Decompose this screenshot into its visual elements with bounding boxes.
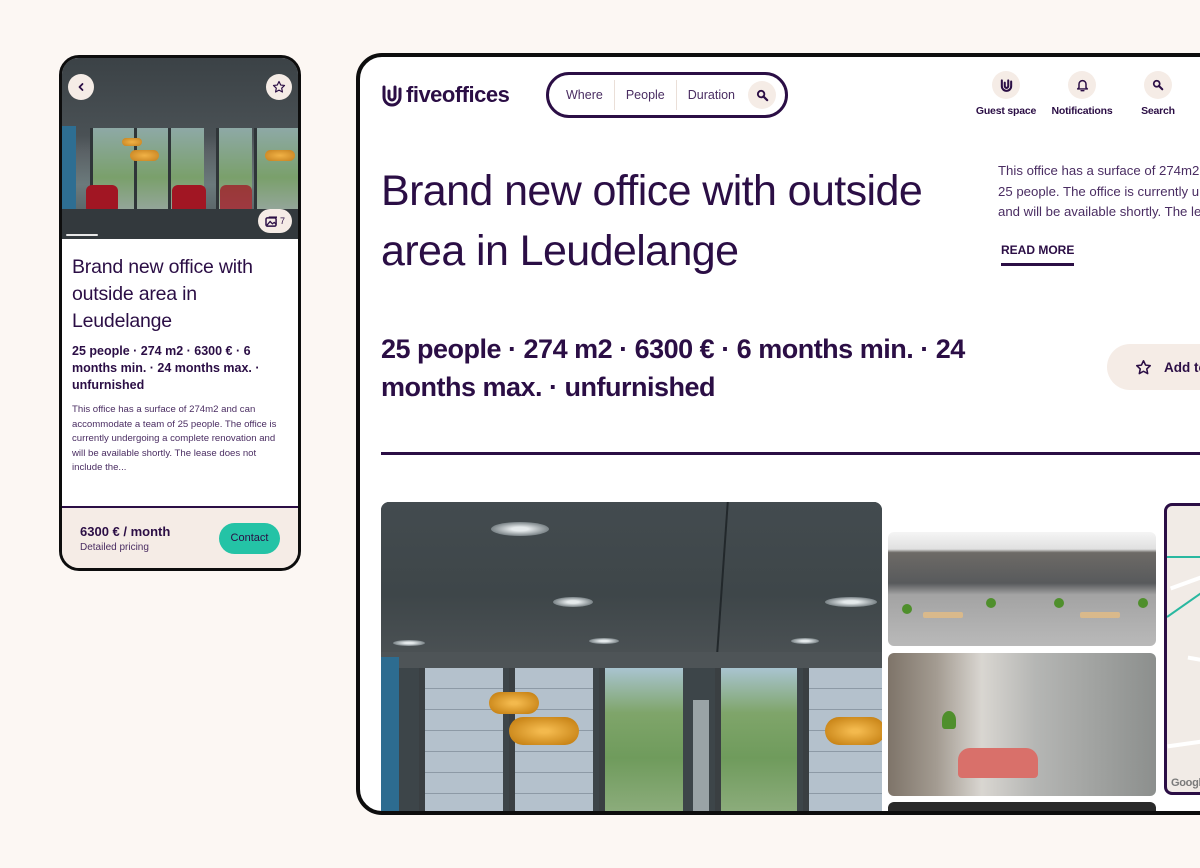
map-road: [1187, 655, 1200, 681]
nav-label: Guest space: [975, 105, 1037, 117]
plan-plant: [1138, 598, 1148, 608]
photo-lamp: [509, 717, 579, 745]
photo-chair: [86, 185, 118, 211]
gallery-thumb-3d-plan[interactable]: [888, 532, 1156, 646]
photo-window: [599, 668, 683, 811]
plan-plant: [986, 598, 996, 608]
search-icon: [1152, 79, 1164, 91]
star-icon: [1135, 359, 1152, 374]
nav-icon-wrap: [1068, 71, 1096, 99]
nav-partial[interactable]: S: [1196, 71, 1200, 117]
add-to-favorites-button[interactable]: Add to: [1107, 344, 1200, 390]
photo-lamp: [489, 692, 539, 714]
photo-lamp: [825, 717, 882, 745]
nav-search[interactable]: Search: [1120, 71, 1196, 117]
photo-spotlight: [589, 638, 619, 644]
chevron-left-icon: [78, 83, 84, 91]
nav-label: Search: [1141, 105, 1175, 117]
add-favorite-label: Add to: [1164, 359, 1200, 375]
plan-table: [1080, 612, 1120, 618]
photo-chair: [172, 185, 206, 212]
photo-count-badge[interactable]: 7: [257, 209, 292, 233]
gallery-main-photo[interactable]: [381, 502, 882, 811]
listing-description: This office has a surface of 274m2 25 pe…: [998, 161, 1200, 223]
photo-lamp: [122, 138, 142, 146]
logo[interactable]: fiveoffices: [381, 82, 510, 108]
render-plant: [942, 711, 956, 729]
photo-window: [419, 668, 503, 811]
search-icon: [756, 89, 768, 101]
pricing-footer: 6300 € / month Detailed pricing Contact: [62, 506, 298, 568]
star-icon: [272, 80, 286, 93]
photo-spotlight: [553, 597, 593, 607]
desktop-mockup: fiveoffices Where People Duration Guest …: [356, 53, 1200, 815]
carousel-indicator: [66, 234, 98, 236]
description-line: This office has a surface of 274m2: [998, 163, 1200, 178]
photo-lamp: [265, 150, 295, 161]
nav-label: Notifications: [1051, 105, 1113, 117]
photo-lamp: [130, 150, 159, 161]
map-route: [1167, 556, 1200, 558]
photo-wall: [62, 126, 76, 218]
price-block: 6300 € / month Detailed pricing: [80, 524, 170, 553]
nav-icon-wrap: [992, 71, 1020, 99]
map-road: [1169, 545, 1200, 591]
bell-icon: [1076, 79, 1088, 92]
description-line: and will be available shortly. The le: [998, 204, 1200, 219]
map-attribution: Google: [1171, 777, 1200, 789]
photo-beam: [381, 652, 882, 668]
photo-spotlight: [825, 597, 877, 607]
detailed-pricing-link[interactable]: Detailed pricing: [80, 542, 170, 553]
section-divider: [381, 452, 1200, 455]
favorite-button[interactable]: [266, 74, 292, 100]
listing-details: Brand new office with outside area in Le…: [62, 239, 298, 476]
search-people[interactable]: People: [615, 80, 677, 110]
map-road: [1167, 727, 1200, 749]
search-where[interactable]: Where: [555, 80, 615, 110]
back-button[interactable]: [68, 74, 94, 100]
photo-ceiling: [381, 502, 882, 657]
top-navigation: Guest space Notifications Search S: [968, 71, 1200, 117]
listing-description: This office has a surface of 274m2 and c…: [72, 404, 277, 473]
photo-count: 7: [279, 216, 285, 226]
description-line: 25 people. The office is currently u: [998, 183, 1200, 199]
contact-button[interactable]: Contact: [219, 522, 280, 554]
monthly-price: 6300 € / month: [80, 523, 171, 539]
plan-plant: [902, 604, 912, 614]
listing-title: Brand new office with outside area in Le…: [381, 167, 923, 275]
photo-post: [693, 700, 709, 811]
fiveoffices-logo-icon: [1000, 79, 1012, 92]
photo-spotlight: [393, 640, 425, 646]
location-map[interactable]: Google: [1164, 503, 1200, 795]
photo-ceiling: [62, 58, 298, 136]
photo-window: [254, 128, 298, 218]
search-duration[interactable]: Duration: [677, 80, 746, 110]
mobile-mockup: 7 Brand new office with outside area in …: [59, 55, 301, 571]
listing-specs: 25 people · 274 m2 · 6300 € · 6 months m…: [72, 344, 260, 392]
gallery-thumb-more[interactable]: [888, 802, 1156, 811]
listing-hero-photo[interactable]: 7: [62, 58, 298, 239]
photo-window: [715, 668, 797, 811]
read-more-link[interactable]: READ MORE: [1001, 243, 1075, 266]
photo-chair: [220, 185, 252, 212]
fiveoffices-logo-icon: [382, 85, 402, 107]
photo-blue-wall: [381, 657, 399, 811]
listing-specs: 25 people · 274 m2 · 6300 € · 6 months m…: [381, 334, 965, 402]
listing-title: Brand new office with outside area in Le…: [72, 256, 253, 332]
plan-plant: [1054, 598, 1064, 608]
search-submit-button[interactable]: [748, 81, 777, 109]
gallery-thumb-interior-render[interactable]: [888, 653, 1156, 796]
gallery-icon: [265, 215, 277, 227]
plan-table: [923, 612, 963, 618]
search-bar[interactable]: Where People Duration: [546, 72, 788, 118]
logo-text: fiveoffices: [406, 82, 510, 107]
nav-icon-wrap: [1144, 71, 1172, 99]
render-sofa: [958, 748, 1038, 778]
nav-guest-space[interactable]: Guest space: [968, 71, 1044, 117]
photo-spotlight: [791, 638, 819, 644]
nav-notifications[interactable]: Notifications: [1044, 71, 1120, 117]
photo-spotlight: [491, 522, 549, 536]
